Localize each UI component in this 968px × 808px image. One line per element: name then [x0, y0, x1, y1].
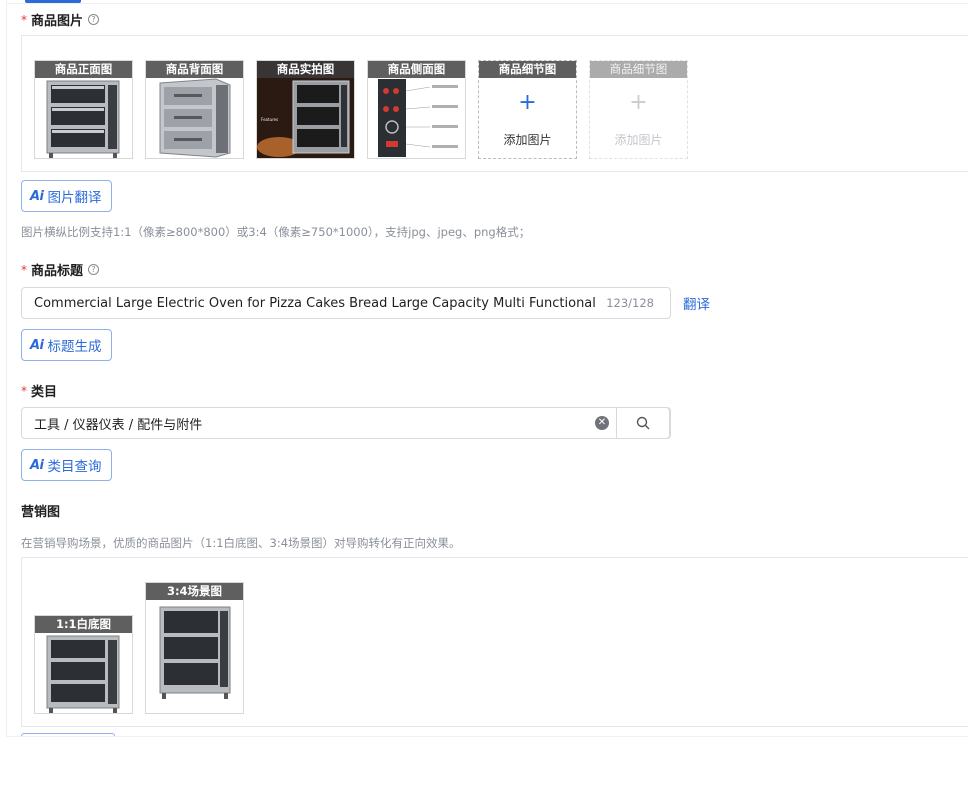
- category-search-button[interactable]: [616, 407, 670, 439]
- active-tab-indicator: [25, 0, 81, 3]
- image-translate-button[interactable]: Ai 图片翻译: [21, 180, 112, 212]
- marketing-thumbnail-square[interactable]: 1:1白底图: [34, 615, 133, 714]
- required-mark: *: [21, 262, 27, 277]
- svg-text:Features: Features: [261, 117, 278, 122]
- top-divider: [6, 3, 968, 4]
- ai-icon: Ai: [30, 188, 44, 204]
- add-image-text: 添加图片: [503, 133, 552, 147]
- ai-icon: Ai: [30, 337, 44, 353]
- product-title-label: 商品标题: [31, 264, 84, 279]
- plus-icon: +: [629, 90, 648, 115]
- image-format-hint: 图片横纵比例支持1:1（像素≥800*800）或3:4（像素≥750*1000）…: [21, 225, 531, 239]
- thumbnail-caption: 3:4场景图: [146, 583, 243, 600]
- thumbnail-front[interactable]: 商品正面图: [34, 60, 133, 159]
- thumbnail-caption: 商品侧面图: [368, 61, 465, 78]
- product-images-label-row: * 商品图片 ?: [21, 10, 100, 29]
- clear-circle-icon[interactable]: ✕: [595, 416, 609, 430]
- category-query-label: 类目查询: [47, 459, 102, 475]
- marketing-label-row: 营销图: [21, 501, 60, 520]
- oven-scene-image: [159, 606, 231, 699]
- required-mark: *: [21, 383, 27, 398]
- category-value[interactable]: 工具 / 仪器仪表 / 配件与附件: [22, 414, 202, 433]
- thumbnail-side[interactable]: 商品侧面图: [367, 60, 466, 159]
- category-label: 类目: [31, 385, 58, 400]
- add-detail-image-slot-disabled: 商品细节图 + 添加图片: [589, 60, 688, 159]
- title-generate-button[interactable]: Ai 标题生成: [21, 329, 112, 361]
- question-circle-icon[interactable]: ?: [88, 14, 100, 25]
- thumbnail-caption: 商品细节图: [590, 61, 687, 78]
- category-input[interactable]: 工具 / 仪器仪表 / 配件与附件 ✕: [21, 407, 671, 439]
- marketing-images-box: 1:1白底图 3:4场景图: [21, 557, 968, 727]
- marketing-label: 营销图: [21, 505, 61, 520]
- thumbnail-caption: 1:1白底图: [35, 616, 132, 633]
- thumbnail-caption: 商品实拍图: [257, 61, 354, 78]
- ai-icon: Ai: [30, 457, 44, 473]
- product-title-label-row: * 商品标题 ?: [21, 260, 100, 279]
- add-image-text: 添加图片: [614, 133, 663, 147]
- thumbnail-back[interactable]: 商品背面图: [145, 60, 244, 159]
- title-char-counter: 123/128: [606, 296, 654, 310]
- category-query-button[interactable]: Ai 类目查询: [21, 449, 112, 481]
- title-generate-label: 标题生成: [47, 339, 102, 355]
- thumbnail-real[interactable]: Features 商品实拍图: [256, 60, 355, 159]
- plus-icon: +: [518, 90, 537, 115]
- marketing-hint: 在营销导购场景，优质的商品图片（1:1白底图、3:4场景图）对导购转化有正向效果…: [21, 536, 461, 550]
- image-translate-label: 图片翻译: [47, 190, 102, 206]
- bottom-blank-area: [6, 736, 968, 808]
- product-images-label: 商品图片: [31, 14, 84, 29]
- product-images-box: 商品正面图 商品背面图 Features 商品实拍图 商品侧面图 商品细节图 +…: [21, 35, 968, 172]
- product-title-value[interactable]: Commercial Large Electric Oven for Pizza…: [22, 296, 597, 311]
- thumbnail-caption: 商品正面图: [35, 61, 132, 78]
- thumbnail-caption: 商品背面图: [146, 61, 243, 78]
- thumbnail-caption: 商品细节图: [479, 61, 576, 78]
- search-icon: [636, 416, 650, 430]
- category-label-row: * 类目: [21, 381, 58, 401]
- translate-link[interactable]: 翻译: [683, 293, 710, 313]
- product-title-input[interactable]: Commercial Large Electric Oven for Pizza…: [21, 287, 671, 319]
- add-detail-image-slot[interactable]: 商品细节图 + 添加图片: [478, 60, 577, 159]
- required-mark: *: [21, 12, 27, 27]
- question-circle-icon[interactable]: ?: [88, 264, 100, 275]
- marketing-thumbnail-portrait[interactable]: 3:4场景图: [145, 582, 244, 714]
